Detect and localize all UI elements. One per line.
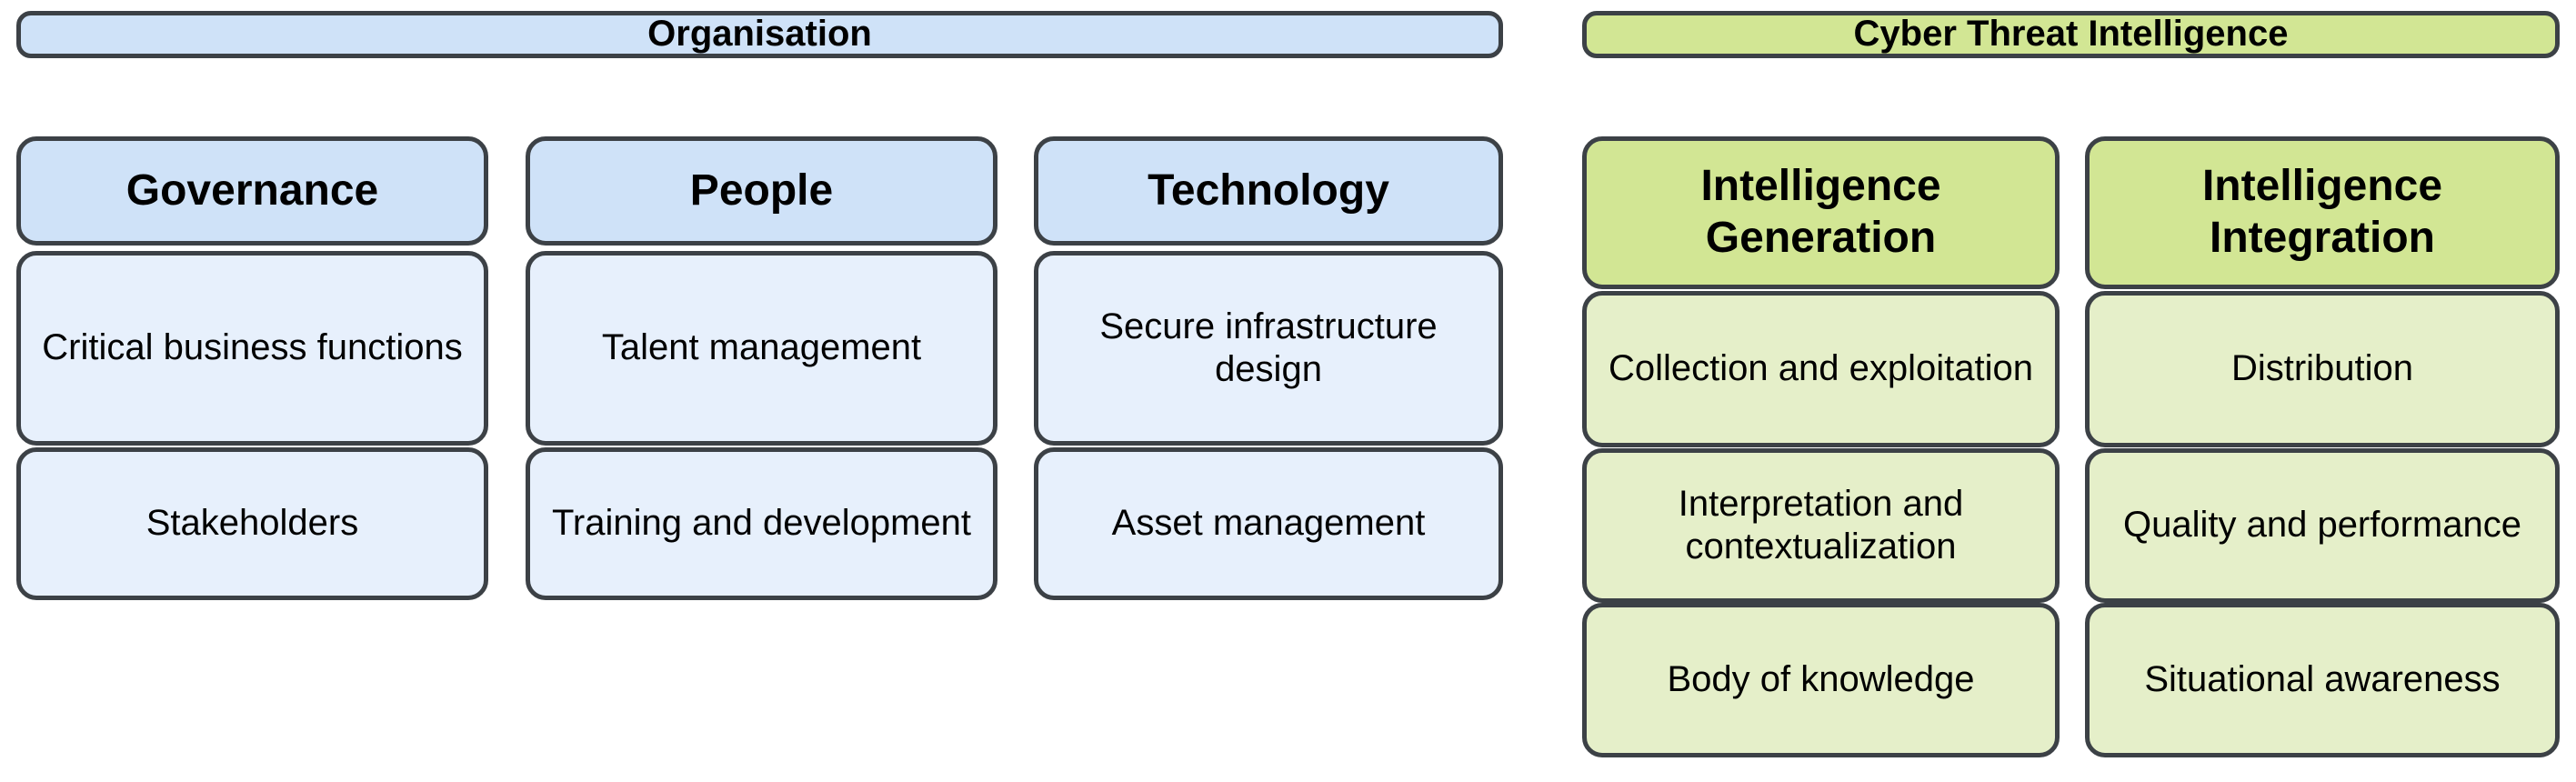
column-header-people-label: People xyxy=(689,165,834,215)
cell-intelligence-generation-2-label: Interpretation and contextualization xyxy=(1678,483,1964,566)
column-header-governance: Governance xyxy=(16,136,488,246)
column-header-governance-label: Governance xyxy=(125,165,379,215)
cell-governance-2: Stakeholders xyxy=(16,447,488,600)
column-header-intelligence-integration: Intelligence Integration xyxy=(2085,136,2560,289)
cyber-threat-intelligence-banner: Cyber Threat Intelligence xyxy=(1582,11,2560,58)
cell-technology-2-label: Asset management xyxy=(1111,503,1426,544)
column-header-intelligence-generation: Intelligence Generation xyxy=(1582,136,2060,289)
column-header-technology-label: Technology xyxy=(1148,165,1389,215)
cell-intelligence-generation-3: Body of knowledge xyxy=(1582,603,2060,757)
cell-intelligence-integration-3: Situational awareness xyxy=(2085,603,2560,757)
cell-intelligence-generation-1: Collection and exploitation xyxy=(1582,291,2060,447)
cell-intelligence-integration-2: Quality and performance xyxy=(2085,448,2560,603)
column-header-intelligence-generation-label: Intelligence Generation xyxy=(1700,162,1941,262)
cell-governance-2-label: Stakeholders xyxy=(145,503,359,544)
cell-intelligence-generation-3-label: Body of knowledge xyxy=(1667,659,1975,700)
cell-intelligence-generation-1-label: Collection and exploitation xyxy=(1609,348,2033,389)
cyber-threat-intelligence-banner-label: Cyber Threat Intelligence xyxy=(1853,14,2289,55)
cell-technology-1-label: Secure infrastructure design xyxy=(1099,306,1438,389)
cell-governance-1: Critical business functions xyxy=(16,251,488,446)
cell-technology-2: Asset management xyxy=(1034,447,1503,600)
cell-intelligence-integration-1-label: Distribution xyxy=(2230,348,2414,389)
organisation-banner: Organisation xyxy=(16,11,1503,58)
column-header-intelligence-integration-label: Intelligence Integration xyxy=(2201,162,2443,262)
cell-intelligence-generation-2: Interpretation and contextualization xyxy=(1582,448,2060,603)
cell-governance-1-label: Critical business functions xyxy=(42,327,463,368)
diagram-canvas: Organisation Governance Critical busines… xyxy=(0,0,2576,782)
cell-people-2: Training and development xyxy=(526,447,997,600)
cell-intelligence-integration-1: Distribution xyxy=(2085,291,2560,447)
cell-intelligence-integration-3-label: Situational awareness xyxy=(2144,659,2501,700)
cell-people-1: Talent management xyxy=(526,251,997,446)
column-header-people: People xyxy=(526,136,997,246)
column-header-technology: Technology xyxy=(1034,136,1503,246)
organisation-banner-label: Organisation xyxy=(647,14,872,55)
cell-technology-1: Secure infrastructure design xyxy=(1034,251,1503,446)
cell-people-1-label: Talent management xyxy=(601,327,922,368)
cell-intelligence-integration-2-label: Quality and performance xyxy=(2122,505,2521,546)
cell-people-2-label: Training and development xyxy=(551,503,972,544)
